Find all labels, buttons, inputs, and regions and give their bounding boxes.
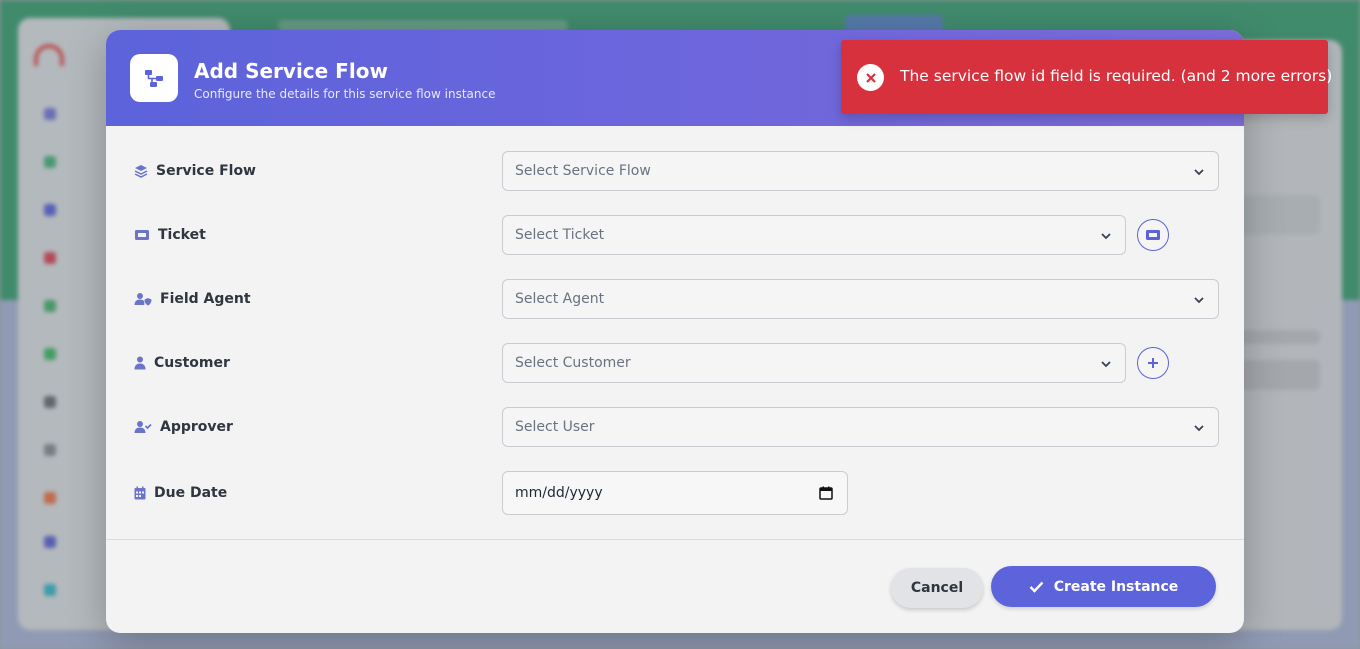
toast-message: The service flow id field is required. (… (900, 67, 1333, 85)
chevron-down-icon (1194, 297, 1204, 304)
customer-label-text: Customer (154, 355, 230, 371)
due-date-placeholder: mm/dd/yyyy (515, 485, 603, 501)
field-agent-placeholder: Select Agent (515, 291, 605, 307)
create-instance-label: Create Instance (1053, 578, 1179, 595)
field-agent-select[interactable]: Select Agent (502, 279, 1219, 319)
field-agent-label: Field Agent (134, 279, 251, 319)
plus-icon (1148, 358, 1158, 368)
modal-body: Service Flow Select Service Flow Ticket … (106, 126, 1244, 540)
approver-label-text: Approver (160, 419, 233, 435)
field-agent-label-text: Field Agent (160, 291, 251, 307)
approver-row: Approver Select User (106, 407, 1244, 447)
ticket-icon (135, 230, 149, 240)
service-flow-select[interactable]: Select Service Flow (502, 151, 1219, 191)
add-service-flow-modal: Add Service Flow Configure the details f… (106, 30, 1244, 633)
chevron-down-icon (1101, 361, 1111, 368)
ticket-label: Ticket (134, 215, 206, 255)
chevron-down-icon (1194, 169, 1204, 176)
ticket-placeholder: Select Ticket (515, 227, 605, 243)
customer-placeholder: Select Customer (515, 355, 631, 371)
create-instance-button[interactable]: Create Instance (991, 566, 1216, 607)
customer-select[interactable]: Select Customer (502, 343, 1126, 383)
view-ticket-button[interactable] (1137, 219, 1169, 251)
check-icon (1029, 581, 1044, 593)
layers-icon (134, 165, 148, 178)
calendar-icon (134, 486, 146, 500)
approver-placeholder: Select User (515, 419, 595, 435)
ticket-icon (1146, 230, 1160, 240)
ticket-row: Ticket Select Ticket (106, 215, 1244, 255)
service-flow-row: Service Flow Select Service Flow (106, 151, 1244, 191)
user-icon (134, 356, 146, 370)
user-shield-icon (134, 293, 152, 306)
error-toast[interactable]: The service flow id field is required. (… (841, 40, 1332, 114)
chevron-down-icon (1194, 425, 1204, 432)
flow-diagram-icon (130, 54, 178, 102)
approver-label: Approver (134, 407, 233, 447)
ticket-select[interactable]: Select Ticket (502, 215, 1126, 255)
service-flow-placeholder: Select Service Flow (515, 163, 651, 179)
due-date-row: Due Date mm/dd/yyyy (106, 471, 1244, 515)
chevron-down-icon (1101, 233, 1111, 240)
cancel-button[interactable]: Cancel (891, 568, 983, 608)
customer-label: Customer (134, 343, 230, 383)
due-date-label: Due Date (134, 471, 227, 515)
user-check-icon (134, 421, 152, 433)
field-agent-row: Field Agent Select Agent (106, 279, 1244, 319)
add-customer-button[interactable] (1137, 347, 1169, 379)
close-circle-icon (857, 64, 884, 91)
calendar-picker-icon[interactable] (819, 486, 833, 500)
due-date-input[interactable]: mm/dd/yyyy (502, 471, 848, 515)
ticket-label-text: Ticket (158, 227, 206, 243)
service-flow-label-text: Service Flow (156, 163, 256, 179)
service-flow-label: Service Flow (134, 151, 256, 191)
customer-row: Customer Select Customer (106, 343, 1244, 383)
due-date-label-text: Due Date (154, 485, 228, 501)
approver-select[interactable]: Select User (502, 407, 1219, 447)
modal-title: Add Service Flow (194, 59, 388, 83)
modal-subtitle: Configure the details for this service f… (194, 87, 496, 101)
modal-footer: Cancel Create Instance (106, 540, 1244, 633)
